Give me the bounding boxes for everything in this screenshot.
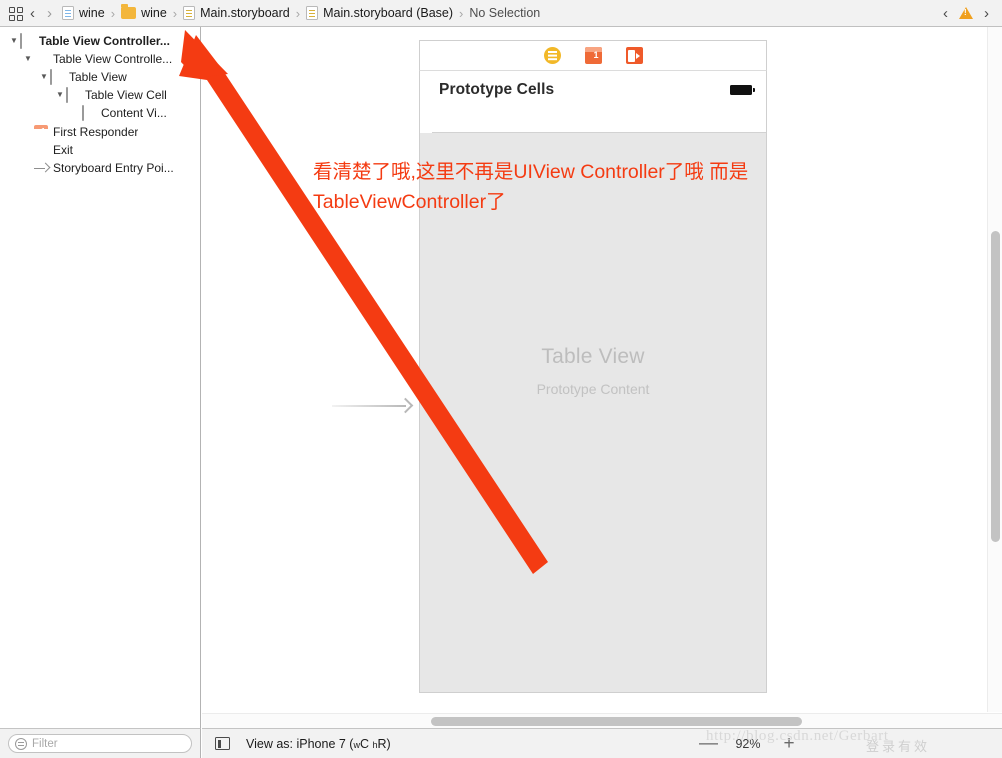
disclosure-triangle-icon[interactable]: ▼ <box>38 73 50 81</box>
breadcrumb-separator: › <box>459 5 464 21</box>
breadcrumb-label: Main.storyboard (Base) <box>323 6 454 20</box>
breadcrumb-separator: › <box>110 5 116 21</box>
view-controller-icon <box>34 52 49 67</box>
exit-icon <box>34 143 49 158</box>
project-file-icon <box>62 6 74 20</box>
outline-item-label: Exit <box>53 143 74 157</box>
grid-icon[interactable] <box>8 5 24 21</box>
outline-item-content-view[interactable]: Content Vi... <box>0 104 200 122</box>
disclosure-triangle-icon[interactable]: ▼ <box>54 91 66 99</box>
vertical-scrollbar-thumb[interactable] <box>991 231 1000 542</box>
breadcrumb-item-4[interactable]: No Selection <box>469 6 540 20</box>
next-issue-button[interactable]: › <box>978 6 995 21</box>
exit-dock-icon[interactable] <box>625 47 643 64</box>
storyboard-file-icon <box>306 6 319 20</box>
breadcrumb-item-3[interactable]: Main.storyboard (Base) <box>306 6 453 20</box>
outline-item-table-view-controller-scene[interactable]: ▼ Table View Controller... <box>0 32 200 50</box>
outline-item-table-view-controller[interactable]: ▼ Table View Controlle... <box>0 50 200 68</box>
filter-icon[interactable] <box>15 737 27 750</box>
breadcrumb-item-0[interactable]: wine <box>62 6 105 20</box>
outline-item-label: First Responder <box>53 125 139 139</box>
prototype-cell[interactable]: Prototype Cells <box>419 71 767 133</box>
table-view-controller-scene[interactable]: Prototype Cells Table View Prototype Con… <box>419 40 767 700</box>
view-as-prefix: View as: iPhone 7 ( <box>246 736 354 751</box>
storyboard-canvas[interactable]: Prototype Cells Table View Prototype Con… <box>202 27 1002 728</box>
filter-input[interactable] <box>32 737 185 750</box>
jump-bar: ‹ › wine › wine › Main.storyboard › Main… <box>0 0 1002 27</box>
breadcrumb-separator: › <box>172 5 178 21</box>
table-view-icon <box>50 68 65 85</box>
outline-item-label: Storyboard Entry Poi... <box>53 161 174 175</box>
table-view-cell-icon <box>66 86 81 103</box>
warning-triangle-icon[interactable] <box>959 7 973 19</box>
back-button[interactable]: ‹ <box>24 6 41 21</box>
outline-item-label: Content Vi... <box>101 106 167 120</box>
folder-icon <box>121 4 137 19</box>
disclosure-triangle-icon[interactable]: ▼ <box>22 55 34 63</box>
breadcrumb-separator: › <box>295 5 301 21</box>
trait-hr: R) <box>377 736 391 751</box>
outline-item-table-view-cell[interactable]: ▼ Table View Cell <box>0 86 200 104</box>
watermark-cjk: 登录有效 <box>866 739 931 754</box>
battery-icon <box>730 85 755 95</box>
first-responder-icon <box>34 125 49 140</box>
outline-item-label: Table View Controller... <box>39 34 170 48</box>
disclosure-triangle-icon[interactable]: ▼ <box>8 37 20 45</box>
outline-item-label: Table View Cell <box>85 88 167 102</box>
outline-item-label: Table View Controlle... <box>53 52 173 66</box>
xcode-interface-builder-window: ‹ › wine › wine › Main.storyboard › Main… <box>0 0 1002 758</box>
outline-item-label: Table View <box>69 70 127 84</box>
storyboard-file-icon <box>183 6 196 20</box>
outline-item-first-responder[interactable]: First Responder <box>0 123 200 141</box>
watermark-url: http://blog.csdn.net/Gerbart <box>706 728 889 744</box>
table-view-placeholder[interactable]: Table View Prototype Content <box>419 133 767 693</box>
canvas-horizontal-scrollbar[interactable] <box>202 713 1002 728</box>
breadcrumb-item-1[interactable]: wine <box>121 4 167 20</box>
first-responder-dock-icon[interactable] <box>584 47 602 64</box>
entry-point-icon <box>34 161 49 176</box>
scene-icon <box>20 32 35 49</box>
table-view-label: Table View <box>541 345 645 368</box>
previous-issue-button[interactable]: ‹ <box>937 6 954 21</box>
view-controller-dock-icon[interactable] <box>543 47 561 64</box>
outline-item-storyboard-entry-point[interactable]: Storyboard Entry Poi... <box>0 159 200 177</box>
forward-button[interactable]: › <box>41 6 58 21</box>
content-view-icon <box>82 104 97 121</box>
trait-wc: C <box>359 736 373 751</box>
horizontal-scrollbar-thumb[interactable] <box>431 717 802 726</box>
device-preview-icon[interactable] <box>215 737 230 750</box>
breadcrumb-label: wine <box>141 6 167 20</box>
document-outline-panel[interactable]: ▼ Table View Controller... ▼ Table View … <box>0 27 201 728</box>
storyboard-entry-point-arrow <box>332 397 418 414</box>
canvas-vertical-scrollbar[interactable] <box>987 27 1002 712</box>
prototype-cells-title: Prototype Cells <box>439 81 555 98</box>
outline-filter-bar <box>0 728 201 758</box>
breadcrumb-label: Main.storyboard <box>200 6 290 20</box>
outline-item-table-view[interactable]: ▼ Table View <box>0 68 200 86</box>
scene-dock[interactable] <box>419 40 767 71</box>
table-view-sublabel: Prototype Content <box>536 381 650 397</box>
view-as-label[interactable]: View as: iPhone 7 (wC hR) <box>246 737 391 751</box>
breadcrumb-label: No Selection <box>469 6 541 20</box>
breadcrumb-item-2[interactable]: Main.storyboard <box>183 6 290 20</box>
filter-field[interactable] <box>8 734 192 753</box>
breadcrumb-label: wine <box>79 6 105 20</box>
outline-item-exit[interactable]: Exit <box>0 141 200 159</box>
